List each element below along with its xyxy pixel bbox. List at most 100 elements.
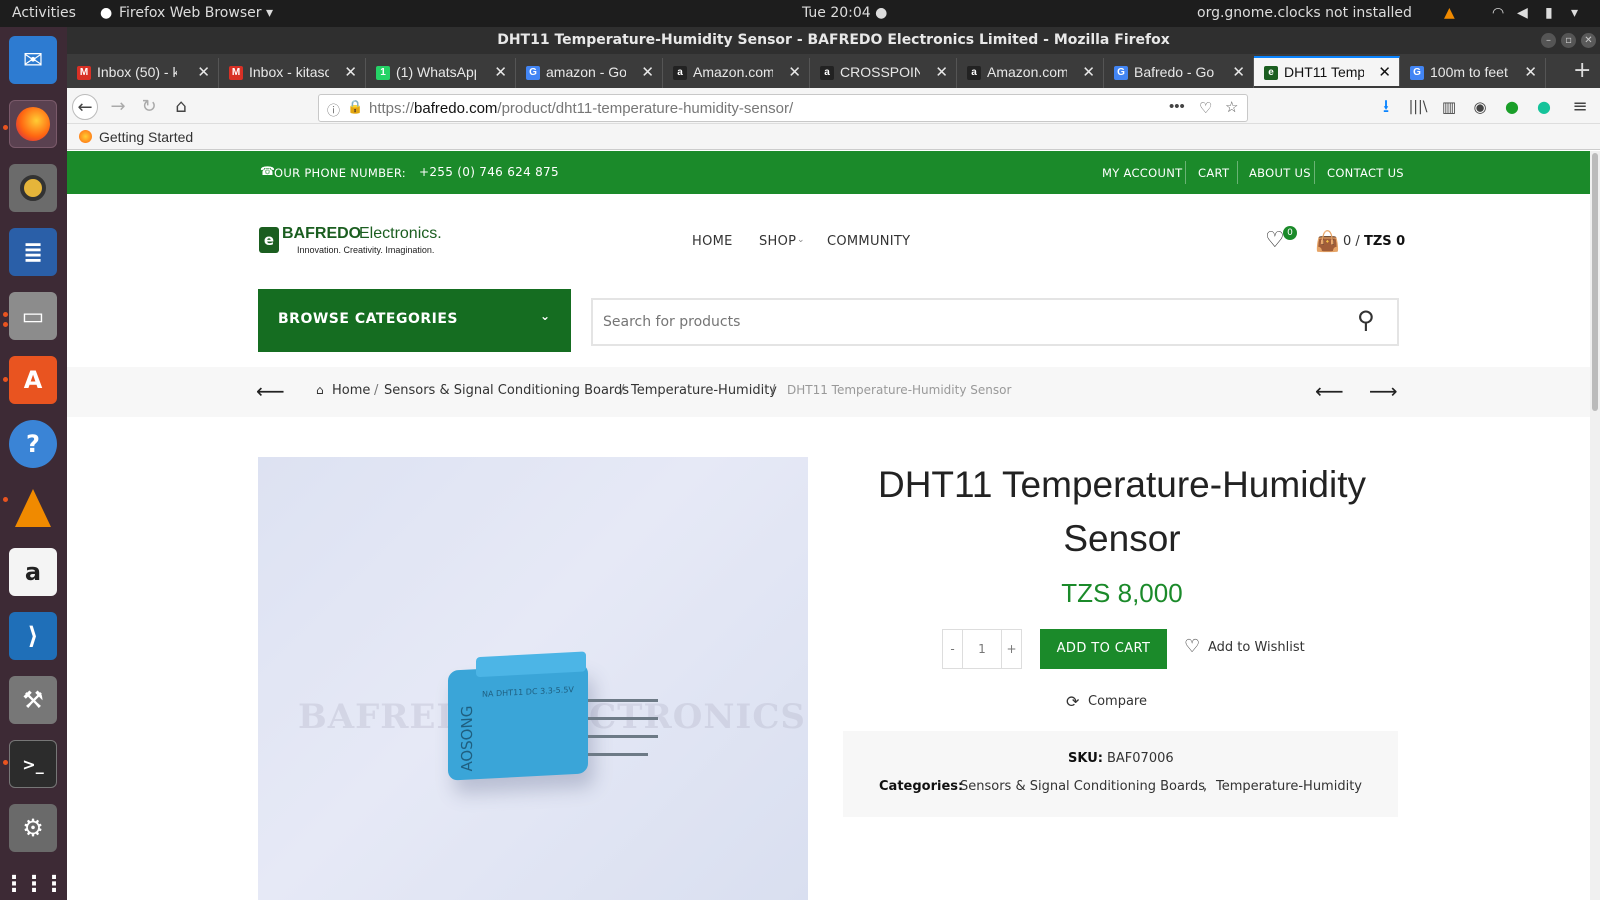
breadcrumb-temperature-humidity[interactable]: Temperature-Humidity xyxy=(631,383,777,398)
wishlist-heart-icon[interactable]: ♡ xyxy=(1184,636,1200,657)
software-center-icon[interactable]: A xyxy=(9,356,57,404)
category-link-temperature-humidity[interactable]: Temperature-Humidity xyxy=(1216,779,1362,794)
reload-button[interactable]: ↻ xyxy=(136,94,162,120)
tab-4[interactable]: Gamazon - Goo ✕ xyxy=(516,58,663,88)
cart-link[interactable]: CART xyxy=(1198,166,1229,180)
rhythmbox-icon[interactable] xyxy=(9,164,57,212)
app-menu[interactable]: Firefox Web Browser ▾ xyxy=(119,5,273,21)
close-tab-icon[interactable]: ✕ xyxy=(641,63,654,81)
tab-5[interactable]: a Amazon.com: ✕ xyxy=(663,58,810,88)
show-applications-icon[interactable]: ⋮⋮⋮ xyxy=(3,860,65,908)
breadcrumb-sensors[interactable]: Sensors & Signal Conditioning Boards xyxy=(384,383,629,398)
maximize-icon[interactable]: ▫ xyxy=(1561,33,1576,48)
files-icon[interactable]: ▭ xyxy=(9,292,57,340)
activities-button[interactable]: Activities xyxy=(12,5,76,21)
tab-10[interactable]: G 100m to feet ✕ xyxy=(1400,58,1546,88)
clock[interactable]: Tue 20:04 ● xyxy=(802,5,887,21)
new-tab-button[interactable]: + xyxy=(1573,58,1591,83)
vscode-icon[interactable]: ⟩ xyxy=(9,612,57,660)
breadcrumb-current: DHT11 Temperature-Humidity Sensor xyxy=(787,383,1012,397)
next-product-icon[interactable]: ⟶ xyxy=(1369,379,1398,403)
tab-8[interactable]: G Bafredo - Goo ✕ xyxy=(1104,58,1254,88)
battery-icon[interactable]: ▮ xyxy=(1545,5,1553,21)
url-bar[interactable]: ⓘ 🔒 https://bafredo.com/product/dht11-te… xyxy=(318,94,1248,122)
close-tab-icon[interactable]: ✕ xyxy=(935,63,948,81)
search-icon[interactable]: ⚲ xyxy=(1357,306,1375,334)
browse-categories-button[interactable]: BROWSE CATEGORIES ⌄ xyxy=(258,289,571,352)
vlc-icon[interactable] xyxy=(9,484,57,532)
forward-button[interactable]: → xyxy=(105,94,131,120)
scrollbar-thumb[interactable] xyxy=(1592,153,1598,411)
tab-1[interactable]: M Inbox (50) - ka ✕ xyxy=(67,58,219,88)
page-actions-icon[interactable]: ••• xyxy=(1169,98,1185,115)
minimize-icon[interactable]: – xyxy=(1541,33,1556,48)
close-tab-icon[interactable]: ✕ xyxy=(1378,63,1391,81)
bookmark-star-icon[interactable]: ☆ xyxy=(1225,98,1238,116)
back-arrow-icon[interactable]: ⟵ xyxy=(256,379,285,403)
tab-2[interactable]: M Inbox - kitaso ✕ xyxy=(219,58,366,88)
extension-icon[interactable]: ● xyxy=(1499,94,1525,120)
grammarly-icon[interactable]: ● xyxy=(1531,94,1557,120)
close-tab-icon[interactable]: ✕ xyxy=(1082,63,1095,81)
nav-shop[interactable]: SHOP xyxy=(759,234,796,249)
close-tab-icon[interactable]: ✕ xyxy=(1524,63,1537,81)
add-to-wishlist-link[interactable]: Add to Wishlist xyxy=(1208,640,1305,655)
tab-7[interactable]: a Amazon.com: ✕ xyxy=(957,58,1104,88)
sidebar-icon[interactable]: ▥ xyxy=(1436,94,1462,120)
previous-product-icon[interactable]: ⟵ xyxy=(1315,379,1344,403)
thunderbird-icon[interactable]: ✉ xyxy=(9,36,57,84)
url-text[interactable]: https://bafredo.com/product/dht11-temper… xyxy=(369,100,793,117)
about-us-link[interactable]: ABOUT US xyxy=(1249,166,1311,180)
cart-bag-icon[interactable]: 👜 xyxy=(1315,229,1340,253)
wishlist-heart-icon[interactable]: ♡ xyxy=(1265,228,1285,253)
close-tab-icon[interactable]: ✕ xyxy=(197,63,210,81)
close-window-icon[interactable]: ✕ xyxy=(1581,33,1596,48)
close-tab-icon[interactable]: ✕ xyxy=(788,63,801,81)
category-link-sensors[interactable]: Sensors & Signal Conditioning Boards xyxy=(960,779,1205,794)
menu-icon[interactable]: ≡ xyxy=(1567,94,1593,120)
volume-icon[interactable]: ◀ xyxy=(1517,5,1528,21)
power-menu-icon[interactable]: ▾ xyxy=(1571,5,1578,21)
product-image[interactable]: BAFREDO ELECTRONICS AOSONG NA DHT11 DC 3… xyxy=(258,457,808,900)
home-button[interactable]: ⌂ xyxy=(168,94,194,120)
breadcrumb-home[interactable]: Home xyxy=(332,383,370,398)
quantity-minus-button[interactable]: - xyxy=(942,629,963,669)
compare-icon[interactable]: ⟳ xyxy=(1066,692,1079,711)
close-tab-icon[interactable]: ✕ xyxy=(344,63,357,81)
settings-icon[interactable]: ⚙ xyxy=(9,804,57,852)
downloads-icon[interactable]: ⭳ xyxy=(1373,94,1399,120)
my-account-link[interactable]: MY ACCOUNT xyxy=(1102,166,1182,180)
cart-count[interactable]: 0 / xyxy=(1343,234,1360,249)
libreoffice-writer-icon[interactable]: ≣ xyxy=(9,228,57,276)
site-logo[interactable]: e BAFREDO Electronics. Innovation. Creat… xyxy=(259,225,459,257)
help-icon[interactable]: ? xyxy=(9,420,57,468)
tab-9[interactable]: e DHT11 Tempe ✕ xyxy=(1254,56,1400,86)
terminal-icon[interactable]: >_ xyxy=(9,740,57,788)
pocket-icon[interactable]: ♡ xyxy=(1199,99,1212,117)
nav-community[interactable]: COMMUNITY xyxy=(827,234,910,249)
cart-total[interactable]: TZS 0 xyxy=(1364,234,1405,249)
nav-home[interactable]: HOME xyxy=(692,234,733,249)
vlc-tray-icon[interactable]: ▲ xyxy=(1444,5,1455,21)
firefox-icon[interactable] xyxy=(9,100,57,148)
lock-icon[interactable]: 🔒 xyxy=(347,99,363,115)
add-to-cart-button[interactable]: ADD TO CART xyxy=(1040,629,1167,669)
account-icon[interactable]: ◉ xyxy=(1467,94,1493,120)
tab-6[interactable]: a CROSSPOINT ✕ xyxy=(810,58,957,88)
bookmark-getting-started[interactable]: Getting Started xyxy=(99,129,193,145)
site-topbar: ☎ OUR PHONE NUMBER: +255 (0) 746 624 875… xyxy=(67,151,1590,194)
quantity-plus-button[interactable]: + xyxy=(1001,629,1022,669)
amazon-icon[interactable]: a xyxy=(9,548,57,596)
library-icon[interactable]: |||\ xyxy=(1405,94,1431,120)
close-tab-icon[interactable]: ✕ xyxy=(1232,63,1245,81)
system-tools-icon[interactable]: ⚒ xyxy=(9,676,57,724)
close-tab-icon[interactable]: ✕ xyxy=(494,63,507,81)
compare-link[interactable]: Compare xyxy=(1088,694,1147,709)
quantity-input[interactable]: 1 xyxy=(962,629,1002,669)
search-input[interactable] xyxy=(603,310,1323,334)
contact-us-link[interactable]: CONTACT US xyxy=(1327,166,1404,180)
tab-3[interactable]: 1 (1) WhatsApp ✕ xyxy=(366,58,516,88)
info-icon[interactable]: ⓘ xyxy=(327,100,340,119)
wifi-icon[interactable]: ◠ xyxy=(1492,5,1504,21)
back-button[interactable]: ← xyxy=(72,94,98,120)
